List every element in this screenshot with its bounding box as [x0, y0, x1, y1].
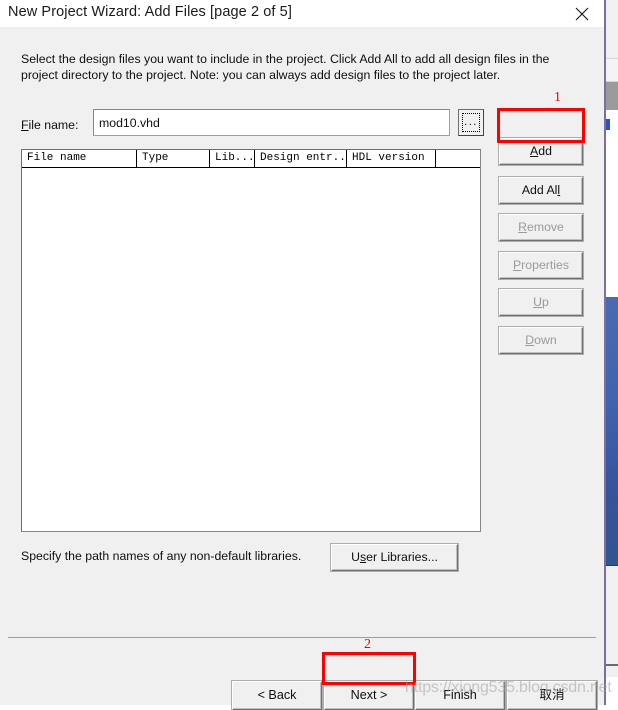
- dialog-title-bar: New Project Wizard: Add Files [page 2 of…: [0, 0, 604, 28]
- instruction-text: Select the design files you want to incl…: [21, 52, 550, 82]
- next-button[interactable]: Next >: [324, 681, 414, 710]
- background-lower-panel: [606, 565, 618, 678]
- close-icon: [575, 7, 589, 21]
- column-header-hdl-version[interactable]: HDL version: [347, 150, 436, 167]
- column-header-library[interactable]: Lib...: [210, 150, 255, 167]
- finish-button[interactable]: Finish: [415, 681, 505, 710]
- new-project-wizard-dialog: New Project Wizard: Add Files [page 2 of…: [0, 0, 604, 710]
- footer-separator: [8, 637, 596, 638]
- properties-button-label: roperties: [521, 258, 570, 272]
- filename-label-rest: ile name:: [28, 118, 79, 132]
- background-panel-second: [606, 59, 618, 82]
- background-blue-panel: [606, 297, 618, 565]
- filename-label: File name:: [21, 118, 78, 132]
- ellipsis-icon: ...: [464, 116, 478, 128]
- background-panel-top: [606, 0, 618, 59]
- user-libraries-pre: U: [351, 550, 360, 564]
- filename-input[interactable]: [93, 109, 450, 136]
- move-up-button[interactable]: Up: [499, 289, 583, 316]
- back-button[interactable]: < Back: [232, 681, 322, 710]
- filename-label-accel: F: [21, 118, 29, 132]
- column-header-spare[interactable]: [436, 150, 480, 167]
- column-header-type[interactable]: Type: [137, 150, 210, 167]
- column-header-file-name[interactable]: File name: [22, 150, 137, 167]
- file-list-rows[interactable]: [22, 168, 480, 531]
- dialog-body: Select the design files you want to incl…: [0, 27, 604, 710]
- move-down-button[interactable]: Down: [499, 327, 583, 354]
- properties-button-accel: P: [512, 258, 522, 272]
- properties-button[interactable]: Properties: [499, 252, 583, 279]
- user-libraries-button[interactable]: User Libraries...: [331, 544, 458, 571]
- remove-button-accel: R: [518, 220, 527, 234]
- browse-button[interactable]: ...: [458, 109, 484, 136]
- remove-button[interactable]: Remove: [499, 214, 583, 241]
- add-all-button[interactable]: Add All: [499, 177, 583, 204]
- libraries-note: Specify the path names of any non-defaul…: [21, 549, 302, 563]
- file-list-header: File name Type Lib... Design entr... HDL…: [22, 150, 480, 168]
- move-down-button-accel: D: [525, 333, 535, 347]
- move-up-button-label: p: [542, 295, 549, 309]
- background-window-border: [604, 0, 606, 705]
- dialog-title: New Project Wizard: Add Files [page 2 of…: [8, 4, 292, 20]
- cancel-button[interactable]: 取消: [507, 681, 597, 710]
- user-libraries-post: er Libraries...: [366, 550, 438, 564]
- column-header-design-entry[interactable]: Design entr...: [255, 150, 347, 167]
- add-button[interactable]: Add: [499, 138, 583, 165]
- background-editor-area: [606, 110, 618, 297]
- remove-button-label: emove: [526, 220, 564, 234]
- add-all-button-accel: l: [557, 183, 561, 197]
- file-list[interactable]: File name Type Lib... Design entr... HDL…: [21, 149, 481, 532]
- background-divider: [606, 664, 618, 666]
- close-button[interactable]: [560, 0, 604, 27]
- background-selection-mark: [606, 119, 610, 130]
- add-all-button-label: Add Al: [521, 183, 558, 197]
- background-toolbar-strip: [606, 82, 618, 110]
- background-status-bar: [606, 677, 618, 705]
- move-up-button-accel: U: [533, 295, 543, 309]
- add-button-label: dd: [538, 144, 552, 158]
- move-down-button-label: own: [534, 333, 557, 347]
